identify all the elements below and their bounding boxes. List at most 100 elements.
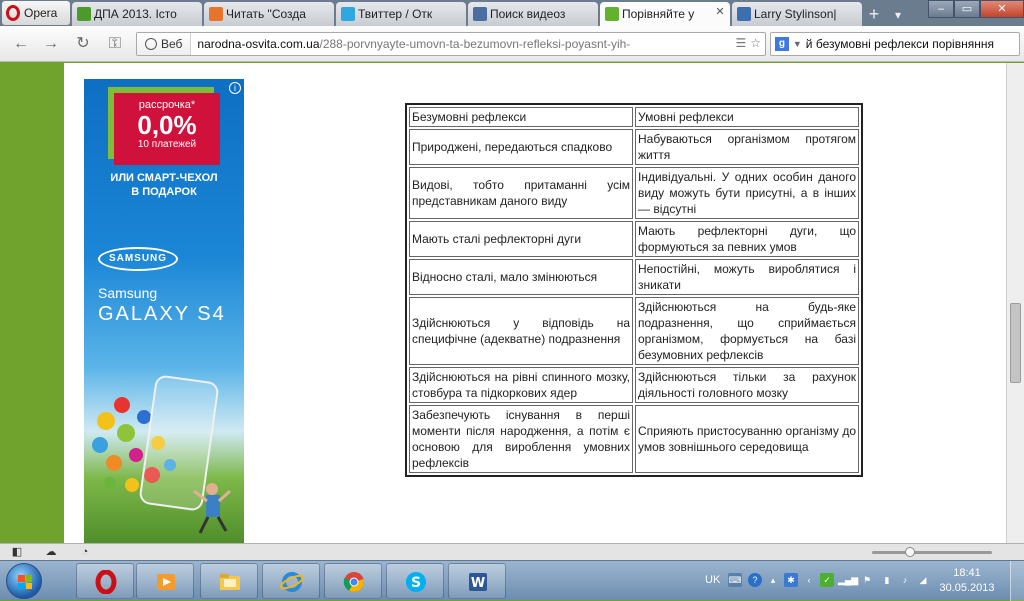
rss-icon[interactable]: ☰ bbox=[735, 36, 746, 50]
reload-icon[interactable]: ↻ bbox=[72, 34, 94, 54]
search-engine-dropdown-icon[interactable]: ▼ bbox=[793, 39, 802, 49]
article-content: Безумовні рефлекси Умовні рефлекси Природж… bbox=[292, 63, 1006, 543]
tab-close-icon[interactable]: ✕ bbox=[714, 6, 726, 18]
url-path: /288-porvnyayte-umovn-ta-bezumovn-reflek… bbox=[319, 37, 630, 51]
tab-strip: Opera ДПА 2013. Істо Читать "Созда Твиттер… bbox=[0, 0, 1024, 26]
page-scrollbar[interactable] bbox=[1006, 63, 1024, 543]
tab-favicon-icon bbox=[341, 7, 355, 21]
clock[interactable]: 18:41 30.05.2013 bbox=[938, 566, 996, 596]
status-bar: ◧ ☁ ◔ bbox=[0, 543, 1024, 560]
turbo-icon[interactable]: ◔ bbox=[78, 546, 92, 558]
key-icon[interactable]: ⚿ bbox=[104, 34, 126, 54]
table-cell: Сприяють пристосуванню організму до умов… bbox=[635, 405, 859, 473]
ad-column: i рассрочка* 0,0% 10 платежей ИЛИ СМАРТ-… bbox=[64, 63, 292, 543]
taskbar-media-player[interactable] bbox=[136, 563, 194, 599]
taskbar-file-explorer[interactable] bbox=[200, 563, 258, 599]
panel-toggle-icon[interactable]: ◧ bbox=[10, 546, 24, 558]
address-bar[interactable]: Веб narodna-osvita.com.ua /288-porvnyayt… bbox=[136, 32, 766, 56]
table-row: Здійснюються на рівні спинного мозку, ст… bbox=[409, 367, 859, 403]
ad-promo-box: рассрочка* 0,0% 10 платежей bbox=[114, 93, 220, 165]
samsung-logo: SAMSUNG bbox=[98, 247, 178, 271]
minimize-button[interactable]: – bbox=[928, 0, 954, 18]
close-window-button[interactable]: ✕ bbox=[980, 0, 1024, 18]
window-controls: – ▭ ✕ bbox=[928, 0, 1024, 18]
maximize-button[interactable]: ▭ bbox=[954, 0, 980, 18]
taskbar-word[interactable]: W bbox=[448, 563, 506, 599]
word-icon: W bbox=[469, 573, 487, 591]
security-check-icon[interactable]: ✓ bbox=[820, 573, 834, 587]
tab-favicon-icon bbox=[473, 7, 487, 21]
tab-list: ДПА 2013. Істо Читать "Созда Твиттер / Отк… bbox=[70, 2, 862, 26]
tab-1[interactable]: Читать "Созда bbox=[204, 2, 334, 26]
zoom-slider-knob[interactable] bbox=[905, 547, 915, 557]
tab-menu-button[interactable]: ▾ bbox=[886, 4, 910, 26]
media-player-icon bbox=[157, 574, 175, 590]
table-cell: Непостійні, можуть вироблятися і зникати bbox=[635, 259, 859, 295]
opera-unite-icon[interactable]: ☁ bbox=[44, 546, 58, 558]
new-tab-button[interactable]: + bbox=[862, 4, 886, 26]
opera-menu-button[interactable]: Opera bbox=[2, 1, 70, 25]
tray-expand-icon[interactable]: ▴ bbox=[766, 573, 780, 587]
scrollbar-thumb[interactable] bbox=[1010, 303, 1021, 383]
table-header-cell: Умовні рефлекси bbox=[635, 107, 859, 127]
power-icon[interactable]: ▮ bbox=[880, 573, 894, 587]
tab-2[interactable]: Твиттер / Отк bbox=[336, 2, 466, 26]
tab-title: Порівняйте у bbox=[622, 7, 695, 21]
zoom-slider-track[interactable] bbox=[872, 551, 992, 554]
table-row: Природжені, передаються спадково Набувают… bbox=[409, 129, 859, 165]
address-icons: ☰ ☆ bbox=[735, 36, 761, 50]
svg-text:W: W bbox=[471, 576, 485, 591]
site-info-badge[interactable]: Веб bbox=[137, 33, 192, 55]
opera-logo-icon bbox=[6, 5, 20, 21]
bookmark-star-icon[interactable]: ☆ bbox=[750, 36, 761, 50]
language-indicator[interactable]: UK bbox=[705, 574, 720, 586]
help-icon[interactable]: ? bbox=[748, 573, 762, 587]
tab-3[interactable]: Поиск видеоз bbox=[468, 2, 598, 26]
tab-title: ДПА 2013. Істо bbox=[94, 7, 177, 21]
tab-5[interactable]: Larry Stylinson| bbox=[732, 2, 862, 26]
reflex-comparison-table: Безумовні рефлекси Умовні рефлекси Природж… bbox=[405, 103, 863, 477]
table-row: Видові, тобто притаманні усім представни… bbox=[409, 167, 859, 219]
table-row: Забезпечують існування в перші моменти п… bbox=[409, 405, 859, 473]
internet-explorer-icon bbox=[280, 572, 304, 592]
clock-time: 18:41 bbox=[953, 567, 981, 579]
show-desktop-button[interactable] bbox=[1010, 561, 1024, 601]
globe-icon bbox=[145, 38, 157, 50]
ad-promo-rate: 0,0% bbox=[137, 110, 197, 140]
tab-0[interactable]: ДПА 2013. Істо bbox=[72, 2, 202, 26]
arrow-icon[interactable]: ‹ bbox=[802, 573, 816, 587]
back-arrow-icon[interactable]: ← bbox=[10, 34, 32, 54]
bluetooth-icon[interactable]: ✱ bbox=[784, 573, 798, 587]
table-cell: Індивідуальні. У одних особин даного вид… bbox=[635, 167, 859, 219]
wifi-icon[interactable]: ◢ bbox=[916, 573, 930, 587]
search-input[interactable] bbox=[805, 37, 1019, 51]
ad-gift-text: ИЛИ СМАРТ-ЧЕХОЛ В ПОДАРОК bbox=[84, 171, 244, 199]
taskbar-chrome[interactable] bbox=[324, 563, 382, 599]
taskbar-opera[interactable] bbox=[76, 563, 134, 599]
tab-title: Твиттер / Отк bbox=[358, 7, 433, 21]
table-cell: Здійснюються у відповідь на специфічне (… bbox=[409, 297, 633, 365]
tab-4[interactable]: Порівняйте у ✕ bbox=[600, 2, 730, 26]
windows-taskbar: S W UK ⌨ ? ▴ ✱ ‹ ✓ ▂▄▆ ⚑ ▮ ♪ ◢ 18:41 30.… bbox=[0, 560, 1024, 601]
table-header-row: Безумовні рефлекси Умовні рефлекси bbox=[409, 107, 859, 127]
network-signal-icon[interactable]: ▂▄▆ bbox=[838, 573, 858, 587]
search-engine-icon[interactable]: g bbox=[775, 37, 789, 51]
samsung-galaxy-ad-banner[interactable]: i рассрочка* 0,0% 10 платежей ИЛИ СМАРТ-… bbox=[84, 79, 244, 543]
tab-favicon-icon bbox=[605, 7, 619, 21]
keyboard-icon[interactable]: ⌨ bbox=[728, 573, 742, 587]
start-button[interactable] bbox=[6, 563, 42, 599]
clock-date: 30.05.2013 bbox=[939, 582, 995, 594]
table-row: Відносно сталі, мало змінюються Непостійн… bbox=[409, 259, 859, 295]
taskbar-internet-explorer[interactable] bbox=[262, 563, 320, 599]
flag-icon[interactable]: ⚑ bbox=[860, 573, 874, 587]
ad-gift-line1: ИЛИ СМАРТ-ЧЕХОЛ bbox=[110, 172, 218, 184]
forward-arrow-icon[interactable]: → bbox=[40, 34, 62, 54]
ad-gift-line2: В ПОДАРОК bbox=[131, 186, 197, 198]
ad-info-icon[interactable]: i bbox=[229, 82, 241, 94]
ad-illustration bbox=[92, 375, 232, 534]
windows-logo-icon bbox=[18, 575, 32, 589]
table-cell: Здійснюються на рівні спинного мозку, ст… bbox=[409, 367, 633, 403]
taskbar-skype[interactable]: S bbox=[386, 563, 444, 599]
ad-promo-bottom: 10 платежей bbox=[137, 139, 197, 150]
volume-icon[interactable]: ♪ bbox=[898, 573, 912, 587]
